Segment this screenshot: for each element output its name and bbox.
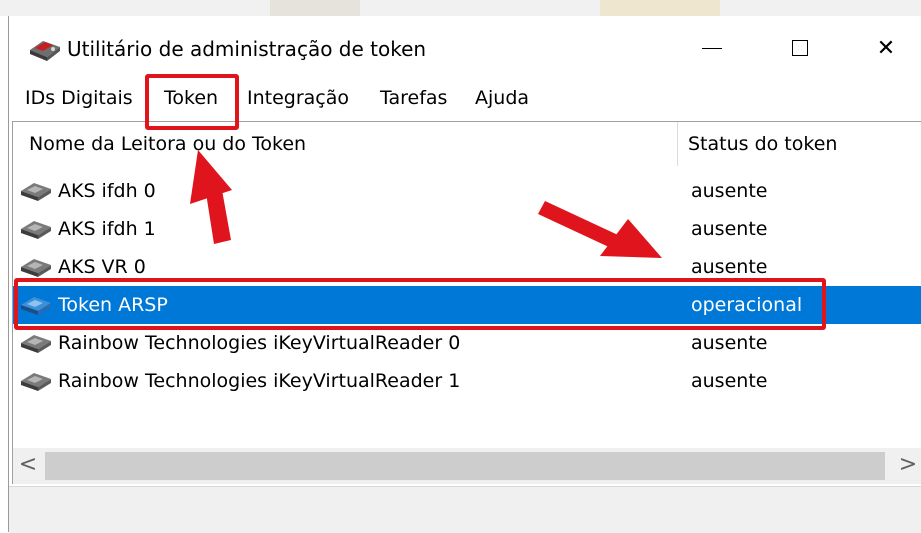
background-decoration [600,0,720,16]
menu-tarefas[interactable]: Tarefas [380,87,447,109]
list-item[interactable]: Rainbow Technologies iKeyVirtualReader 1… [13,362,921,400]
close-icon: ✕ [876,35,896,61]
list-item[interactable]: AKS ifdh 1 ausente [13,210,921,248]
reader-icon [21,259,51,277]
reader-icon [21,221,51,239]
reader-icon [21,335,51,353]
window-title: Utilitário de administração de token [67,37,427,61]
list-item-name: AKS ifdh 1 [58,218,156,240]
minimize-button[interactable] [682,26,742,70]
list-item-status: ausente [691,218,768,240]
list-item-name: AKS ifdh 0 [58,180,156,202]
scrollbar-thumb[interactable] [45,452,885,480]
menu-integracao[interactable]: Integração [247,87,349,109]
annotation-box-token-menu [145,74,239,130]
maximize-icon [792,40,808,56]
annotation-box-selected-row [14,278,826,330]
app-token-icon [30,41,60,61]
horizontal-scrollbar[interactable]: < > [12,448,921,484]
title-bar[interactable]: Utilitário de administração de token ✕ [9,16,921,78]
menu-ajuda[interactable]: Ajuda [475,87,529,109]
column-header-status[interactable]: Status do token [688,122,837,166]
background-strip [0,0,921,16]
close-button[interactable]: ✕ [856,26,916,70]
scroll-right-button[interactable]: > [893,448,921,484]
minimize-icon [702,47,722,49]
menu-ids-digitais[interactable]: IDs Digitais [25,87,133,109]
column-divider[interactable] [677,122,678,166]
list-item-name: Rainbow Technologies iKeyVirtualReader 1 [58,370,461,392]
list-item[interactable]: AKS ifdh 0 ausente [13,172,921,210]
scroll-left-button[interactable]: < [13,448,43,484]
reader-icon [21,183,51,201]
reader-icon [21,373,51,391]
list-item-status: ausente [691,370,768,392]
maximize-button[interactable] [770,26,830,70]
list-item-status: ausente [691,180,768,202]
background-decoration [270,0,360,16]
status-bar [9,486,921,533]
